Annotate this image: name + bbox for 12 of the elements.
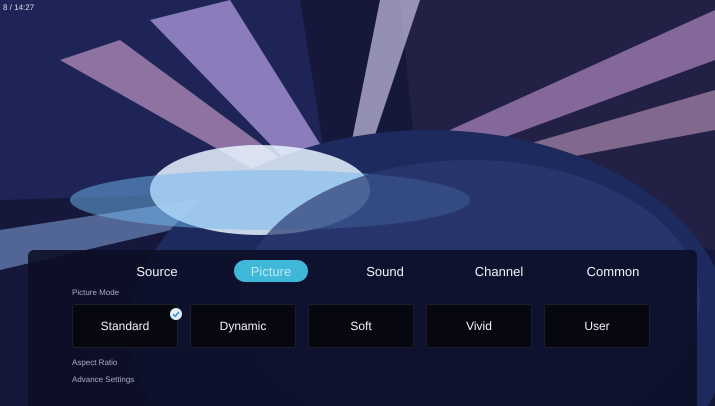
menu-tab[interactable]: Source bbox=[100, 260, 214, 282]
menu-tab[interactable]: Common bbox=[556, 260, 670, 282]
menu-tab[interactable]: Sound bbox=[328, 260, 442, 282]
mode-option[interactable]: Dynamic bbox=[190, 304, 296, 348]
section-label: Picture Mode bbox=[72, 288, 120, 297]
clock-text: 8 / 14:27 bbox=[3, 3, 34, 12]
menu-item[interactable]: Aspect Ratio bbox=[72, 358, 118, 367]
mode-option[interactable]: Soft bbox=[308, 304, 414, 348]
mode-option[interactable]: Vivid bbox=[426, 304, 532, 348]
mode-option[interactable]: User bbox=[544, 304, 650, 348]
menu-item[interactable]: Advance Settings bbox=[72, 375, 134, 384]
menu-tab[interactable]: Channel bbox=[442, 260, 556, 282]
